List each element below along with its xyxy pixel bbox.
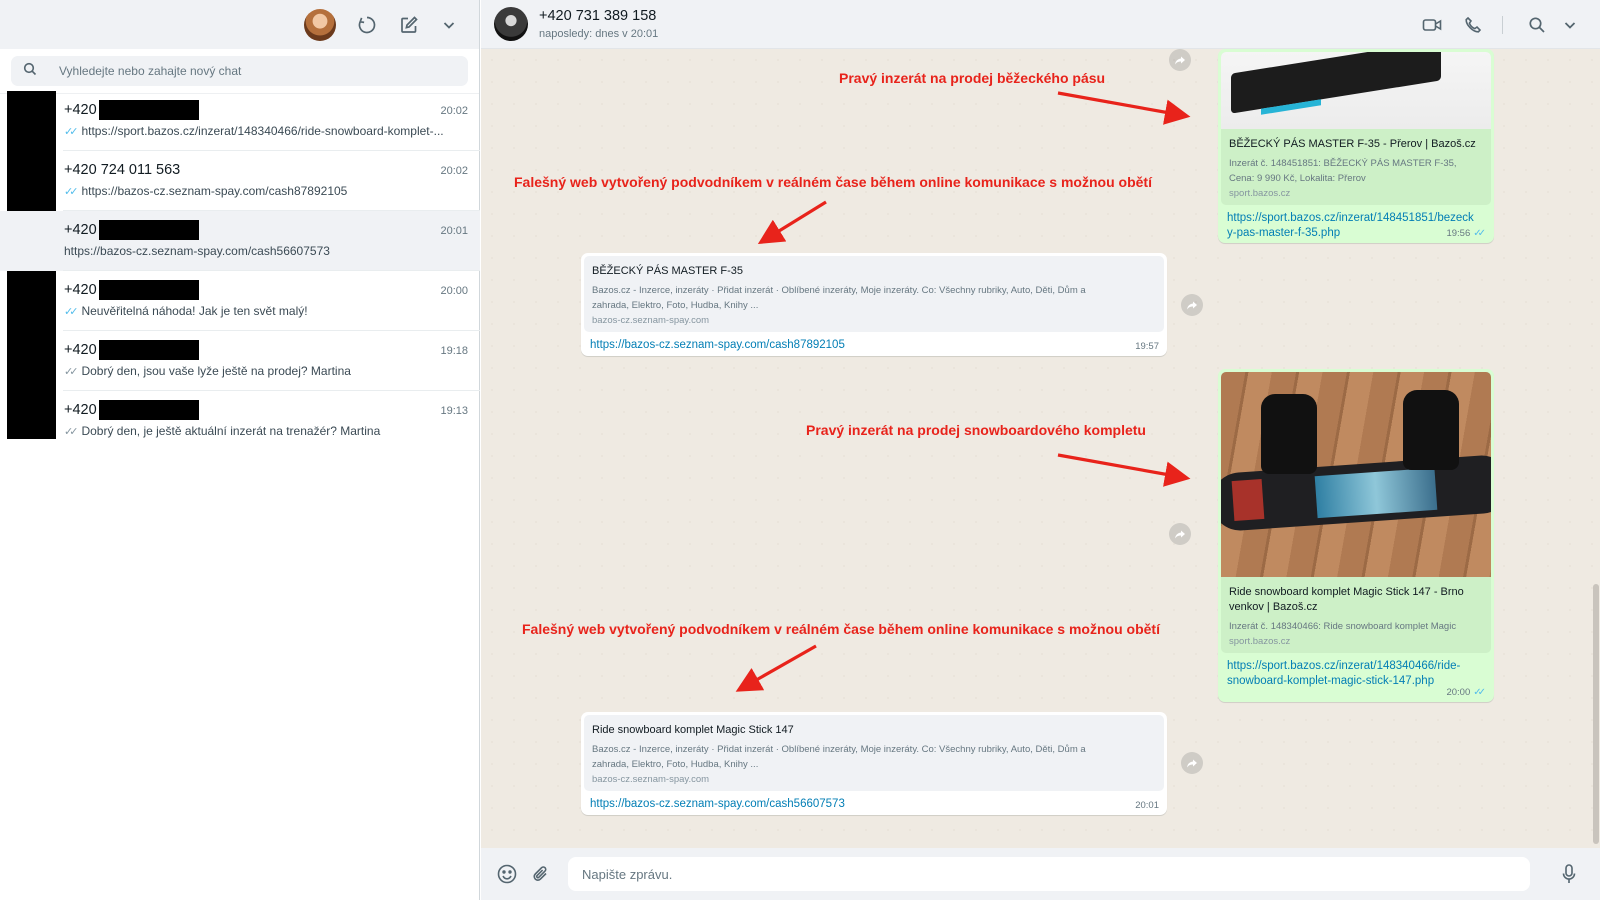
read-ticks-icon: ✓✓ [64,185,79,198]
chat-preview: https://bazos-cz.seznam-spay.com/cash566… [64,244,330,258]
microphone-icon[interactable] [1557,862,1581,886]
new-chat-icon[interactable] [396,12,422,38]
chat-list: +420 20:02 ✓✓ https://sport.bazos.cz/inze… [0,91,480,451]
chat-name: +420 [64,222,97,238]
chat-time: 19:18 [440,345,468,357]
phone-call-icon[interactable] [1460,12,1486,38]
chat-name: +420 [64,342,97,358]
scrollbar[interactable] [1593,584,1599,844]
chat-item[interactable]: +420 19:13 ✓✓ Dobrý den, je ještě aktuáln… [0,391,480,451]
arrow-to-fake-1 [757,200,827,245]
video-call-icon[interactable] [1419,12,1445,38]
contact-avatar[interactable] [494,7,528,41]
conversation-pane: +420 731 389 158 naposledy: dnes v 20:01… [481,0,1600,900]
redacted-number [99,340,199,360]
chat-time: 19:13 [440,405,468,417]
redacted-number [99,100,199,120]
chat-time: 20:02 [440,105,468,117]
arrow-to-real-snowboard [1057,453,1191,487]
contact-name[interactable]: +420 731 389 158 [539,8,656,24]
search-bar [0,49,479,94]
header-separator [1502,16,1503,34]
message-area[interactable]: BĚŽECKÝ PÁS MASTER F-35 - Přerov | Bazoš… [481,49,1600,848]
emoji-icon[interactable] [495,862,519,886]
read-ticks-icon: ✓✓ [64,305,79,318]
search-box[interactable] [11,56,468,86]
arrow-to-fake-2 [735,644,817,692]
conversation-header: +420 731 389 158 naposledy: dnes v 20:01 [481,0,1600,49]
chevron-down-icon[interactable] [1557,12,1583,38]
chat-preview: ✓✓ Neuvěřitelná náhoda! Jak je ten svět m… [64,304,308,318]
sidebar-header [0,0,479,49]
chat-preview: ✓✓ Dobrý den, jsou vaše lyže ještě na pro… [64,364,351,378]
redacted-number [99,400,199,420]
redacted-number [99,220,199,240]
chat-list-pane: +420 20:02 ✓✓https://sport.bazos.cz/inze… [0,0,480,900]
status-icon[interactable] [354,12,380,38]
chat-item[interactable]: +420 724 011 563 20:02 ✓✓ https://bazos-c… [0,151,480,211]
search-input[interactable] [59,64,439,78]
chat-preview: ✓✓ https://bazos-cz.seznam-spay.com/cash8… [64,184,348,198]
chat-name: +420 [64,102,97,118]
chat-item-active[interactable]: +420 20:01 https://bazos-cz.seznam-spay.… [0,211,480,271]
chat-preview: ✓✓ Dobrý den, je ještě aktuální inzerát n… [64,424,381,438]
my-avatar[interactable] [304,9,336,41]
chat-item[interactable]: +420 20:00 ✓✓ Neuvěřitelná náhoda! Jak je… [0,271,480,331]
chat-item[interactable]: +420 19:18 ✓✓ Dobrý den, jsou vaše lyže j… [0,331,480,391]
search-icon[interactable] [1524,12,1550,38]
chat-name: +420 [64,402,97,418]
chat-time: 20:00 [440,285,468,297]
chat-preview: ✓✓ https://sport.bazos.cz/inzerat/1483404… [64,124,444,138]
arrow-to-real-treadmill [1057,91,1191,125]
annotation-arrows [735,91,1191,692]
sent-ticks-icon: ✓✓ [64,425,79,438]
contact-status: naposledy: dnes v 20:01 [539,28,659,40]
search-icon [23,62,37,81]
redacted-number [99,280,199,300]
attach-icon[interactable] [529,862,553,886]
chat-name: +420 [64,282,97,298]
chat-time: 20:01 [440,225,468,237]
chat-time: 20:02 [440,165,468,177]
chevron-down-icon[interactable] [436,12,462,38]
chat-name: +420 724 011 563 [64,162,181,178]
read-ticks-icon: ✓✓ [64,125,79,138]
sent-ticks-icon: ✓✓ [64,365,79,378]
compose-bar [481,848,1600,900]
message-input[interactable] [568,857,1530,891]
chat-item[interactable]: +420 20:02 ✓✓ https://sport.bazos.cz/inze… [0,91,480,151]
